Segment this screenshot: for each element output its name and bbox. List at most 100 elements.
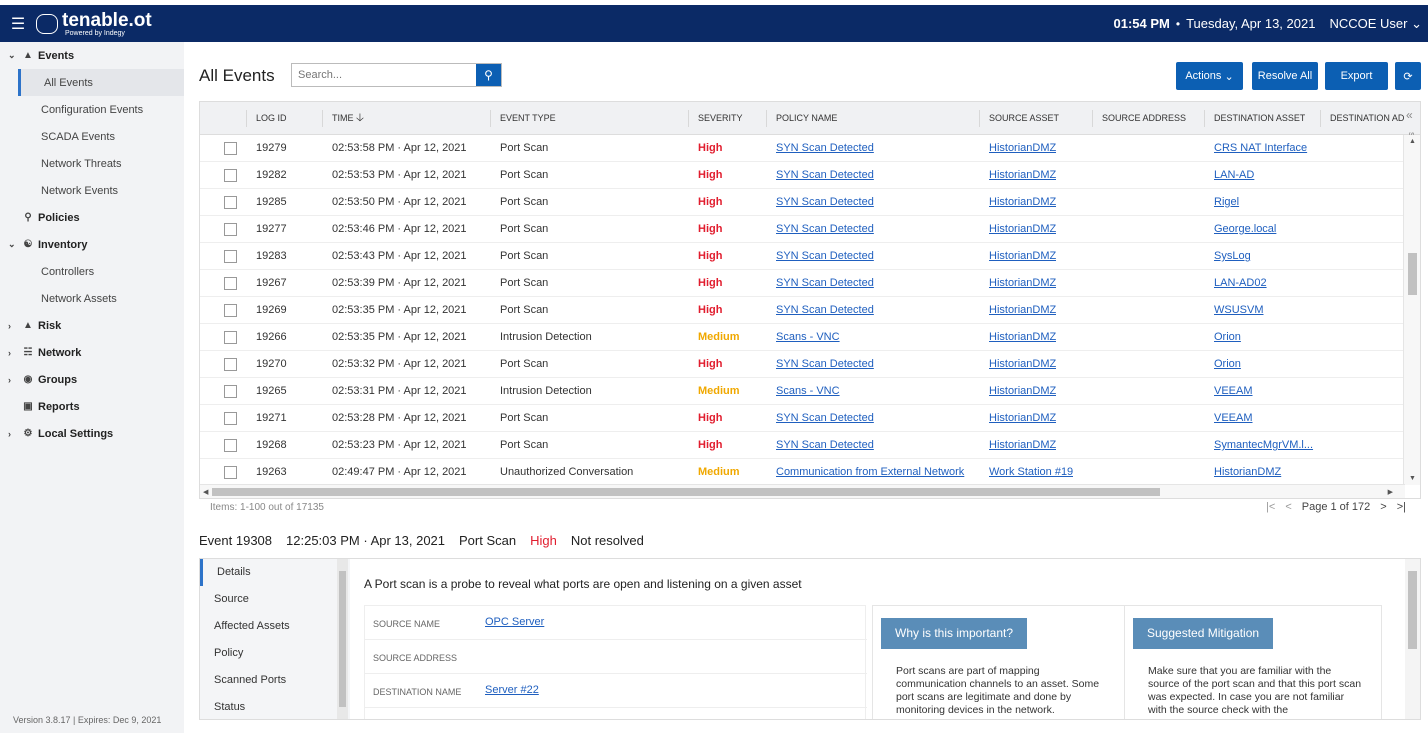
- cell-dest[interactable]: Orion: [1214, 324, 1318, 351]
- refresh-button[interactable]: ⟳: [1395, 62, 1421, 90]
- cell-policy[interactable]: SYN Scan Detected: [776, 243, 976, 270]
- cell-policy[interactable]: SYN Scan Detected: [776, 162, 976, 189]
- scrollbar-thumb[interactable]: [339, 571, 346, 707]
- column-header-policy-name[interactable]: POLICY NAME: [776, 102, 837, 135]
- table-row[interactable]: 19271 02:53:28 PM · Apr 12, 2021 Port Scan…: [200, 405, 1405, 432]
- sidebar-item-inventory[interactable]: ⌄ ☯ Inventory: [0, 231, 184, 258]
- search-input[interactable]: [292, 64, 476, 86]
- search-button[interactable]: ⚲: [476, 64, 501, 86]
- cell-dest[interactable]: SymantecMgrVM.l...: [1214, 432, 1318, 459]
- cell-policy[interactable]: Communication from External Network: [776, 459, 976, 486]
- sidebar-item-events[interactable]: ⌄ ▲ Events: [0, 42, 184, 69]
- cell-source[interactable]: HistorianDMZ: [989, 243, 1056, 270]
- column-header-severity[interactable]: SEVERITY: [698, 102, 743, 135]
- tab-details[interactable]: Details: [200, 559, 350, 586]
- user-menu[interactable]: NCCOE User ⌄: [1329, 16, 1422, 32]
- previous-page-icon[interactable]: <: [1285, 501, 1291, 513]
- sidebar-item-network[interactable]: › ☵ Network: [0, 339, 184, 366]
- cell-policy[interactable]: SYN Scan Detected: [776, 297, 976, 324]
- cell-dest[interactable]: SysLog: [1214, 243, 1318, 270]
- tab-status[interactable]: Status: [200, 694, 350, 719]
- table-row[interactable]: 19279 02:53:58 PM · Apr 12, 2021 Port Scan…: [200, 135, 1405, 162]
- tab-affected-assets[interactable]: Affected Assets: [200, 613, 350, 640]
- cell-policy[interactable]: SYN Scan Detected: [776, 270, 976, 297]
- destination-name-link[interactable]: Server #22: [485, 684, 539, 696]
- column-header-source-asset[interactable]: SOURCE ASSET: [989, 102, 1059, 135]
- cell-source[interactable]: HistorianDMZ: [989, 324, 1056, 351]
- last-page-icon[interactable]: >|: [1397, 501, 1406, 513]
- sidebar-item-local-settings[interactable]: › ⚙ Local Settings: [0, 420, 184, 447]
- table-row[interactable]: 19263 02:49:47 PM · Apr 12, 2021 Unauthori…: [200, 459, 1405, 486]
- scrollbar-thumb[interactable]: [212, 488, 1160, 496]
- cell-source[interactable]: HistorianDMZ: [989, 162, 1056, 189]
- export-button[interactable]: Export: [1325, 62, 1388, 90]
- cell-dest[interactable]: LAN-AD02: [1214, 270, 1318, 297]
- cell-policy[interactable]: SYN Scan Detected: [776, 432, 976, 459]
- row-checkbox[interactable]: [224, 169, 237, 182]
- cell-source[interactable]: HistorianDMZ: [989, 351, 1056, 378]
- scrollbar-thumb[interactable]: [1408, 571, 1417, 649]
- sidebar-item-all-events[interactable]: All Events: [18, 69, 184, 96]
- logo[interactable]: tenable.ot Powered by Indegy: [36, 11, 152, 37]
- row-checkbox[interactable]: [224, 331, 237, 344]
- sidebar-item-network-events[interactable]: Network Events: [0, 177, 184, 204]
- sidebar-item-network-threats[interactable]: Network Threats: [0, 150, 184, 177]
- cell-source[interactable]: HistorianDMZ: [989, 270, 1056, 297]
- cell-source[interactable]: Work Station #19: [989, 459, 1073, 486]
- column-header-destination-address[interactable]: DESTINATION AD...: [1330, 102, 1405, 135]
- cell-policy[interactable]: SYN Scan Detected: [776, 216, 976, 243]
- cell-source[interactable]: HistorianDMZ: [989, 378, 1056, 405]
- cell-dest[interactable]: HistorianDMZ: [1214, 459, 1318, 486]
- source-name-link[interactable]: OPC Server: [485, 616, 544, 628]
- grid-horizontal-scrollbar[interactable]: ◀ ▶: [200, 484, 1405, 498]
- actions-button[interactable]: Actions ⌄: [1176, 62, 1243, 90]
- first-page-icon[interactable]: |<: [1266, 501, 1275, 513]
- resolve-all-button[interactable]: Resolve All: [1252, 62, 1318, 90]
- sidebar-item-controllers[interactable]: Controllers: [0, 258, 184, 285]
- row-checkbox[interactable]: [224, 250, 237, 263]
- table-row[interactable]: 19285 02:53:50 PM · Apr 12, 2021 Port Scan…: [200, 189, 1405, 216]
- cell-dest[interactable]: VEEAM: [1214, 378, 1318, 405]
- row-checkbox[interactable]: [224, 277, 237, 290]
- sidebar-item-groups[interactable]: › ◉ Groups: [0, 366, 184, 393]
- cell-dest[interactable]: CRS NAT Interface: [1214, 135, 1318, 162]
- cell-policy[interactable]: Scans - VNC: [776, 378, 976, 405]
- cell-source[interactable]: HistorianDMZ: [989, 297, 1056, 324]
- row-checkbox[interactable]: [224, 385, 237, 398]
- scroll-right-arrow-icon[interactable]: ▶: [1388, 488, 1393, 496]
- table-row[interactable]: 19266 02:53:35 PM · Apr 12, 2021 Intrusion…: [200, 324, 1405, 351]
- table-row[interactable]: 19265 02:53:31 PM · Apr 12, 2021 Intrusion…: [200, 378, 1405, 405]
- table-row[interactable]: 19269 02:53:35 PM · Apr 12, 2021 Port Scan…: [200, 297, 1405, 324]
- menu-icon[interactable]: ☰: [0, 14, 36, 34]
- cell-source[interactable]: HistorianDMZ: [989, 432, 1056, 459]
- tab-scanned-ports[interactable]: Scanned Ports: [200, 667, 350, 694]
- cell-dest[interactable]: WSUSVM: [1214, 297, 1318, 324]
- column-header-log-id[interactable]: LOG ID: [256, 102, 287, 135]
- cell-policy[interactable]: SYN Scan Detected: [776, 189, 976, 216]
- cell-dest[interactable]: LAN-AD: [1214, 162, 1318, 189]
- cell-source[interactable]: HistorianDMZ: [989, 405, 1056, 432]
- table-row[interactable]: 19268 02:53:23 PM · Apr 12, 2021 Port Scan…: [200, 432, 1405, 459]
- scroll-up-arrow-icon[interactable]: ▲: [1409, 138, 1416, 145]
- cell-source[interactable]: HistorianDMZ: [989, 135, 1056, 162]
- column-header-destination-asset[interactable]: DESTINATION ASSET: [1214, 102, 1305, 135]
- sidebar-item-configuration-events[interactable]: Configuration Events: [0, 96, 184, 123]
- table-row[interactable]: 19270 02:53:32 PM · Apr 12, 2021 Port Scan…: [200, 351, 1405, 378]
- cell-source[interactable]: HistorianDMZ: [989, 189, 1056, 216]
- row-checkbox[interactable]: [224, 142, 237, 155]
- cell-dest[interactable]: VEEAM: [1214, 405, 1318, 432]
- scrollbar-thumb[interactable]: [1408, 253, 1417, 295]
- row-checkbox[interactable]: [224, 439, 237, 452]
- tab-source[interactable]: Source: [200, 586, 350, 613]
- tab-policy[interactable]: Policy: [200, 640, 350, 667]
- row-checkbox[interactable]: [224, 304, 237, 317]
- row-checkbox[interactable]: [224, 412, 237, 425]
- cell-source[interactable]: HistorianDMZ: [989, 216, 1056, 243]
- column-header-time[interactable]: TIME 🡣: [332, 102, 364, 135]
- row-checkbox[interactable]: [224, 223, 237, 236]
- table-row[interactable]: 19282 02:53:53 PM · Apr 12, 2021 Port Scan…: [200, 162, 1405, 189]
- row-checkbox[interactable]: [224, 358, 237, 371]
- sidebar-item-reports[interactable]: ▣ Reports: [0, 393, 184, 420]
- cell-policy[interactable]: Scans - VNC: [776, 324, 976, 351]
- row-checkbox[interactable]: [224, 196, 237, 209]
